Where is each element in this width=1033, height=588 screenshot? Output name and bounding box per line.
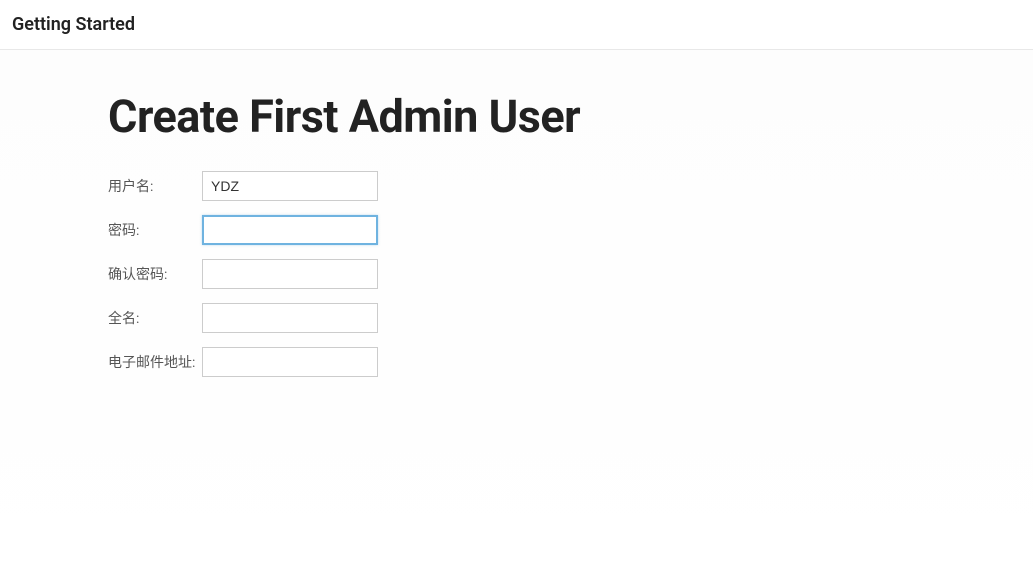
confirm-password-label: 确认密码:	[108, 264, 202, 284]
form-row-full-name: 全名:	[108, 303, 1033, 333]
password-input[interactable]	[202, 215, 378, 245]
full-name-input[interactable]	[202, 303, 378, 333]
form-row-password: 密码:	[108, 215, 1033, 245]
form-row-email: 电子邮件地址:	[108, 347, 1033, 377]
form-row-confirm-password: 确认密码:	[108, 259, 1033, 289]
full-name-label: 全名:	[108, 308, 202, 328]
header-title: Getting Started	[12, 14, 1021, 35]
header: Getting Started	[0, 0, 1033, 50]
username-input[interactable]	[202, 171, 378, 201]
main-content: Create First Admin User 用户名: 密码: 确认密码: 全…	[0, 50, 1033, 585]
confirm-password-input[interactable]	[202, 259, 378, 289]
form-row-username: 用户名:	[108, 171, 1033, 201]
page-title: Create First Admin User	[108, 90, 1033, 143]
password-label: 密码:	[108, 220, 202, 240]
username-label: 用户名:	[108, 176, 202, 196]
email-label: 电子邮件地址:	[108, 352, 202, 372]
email-input[interactable]	[202, 347, 378, 377]
